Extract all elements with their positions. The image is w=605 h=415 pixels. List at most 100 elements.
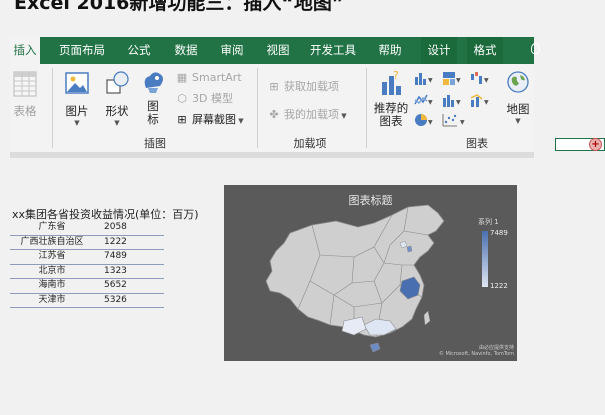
tab-chart-design[interactable]: 设计 (421, 37, 457, 64)
value-cell[interactable]: 5652 (94, 279, 154, 293)
smartart-button[interactable]: ▦ SmartArt (175, 70, 242, 86)
province-tianjin (406, 245, 413, 253)
province-cell[interactable]: 广东省 (10, 221, 94, 235)
tab-view[interactable]: 视图 (262, 37, 294, 64)
icons-button[interactable]: 图 标 (140, 68, 166, 126)
picture-icon (65, 72, 89, 94)
recommended-charts-button[interactable]: ? 推荐的 图表 (372, 68, 410, 128)
chevron-down-icon: ▼ (339, 112, 347, 120)
hierarchy-chart-icon[interactable]: ▼ (441, 70, 465, 86)
3d-model-button[interactable]: ⬡ 3D 模型 (175, 91, 233, 107)
table-row[interactable]: 海南市 5652 (10, 279, 164, 294)
screenshot-label: 屏幕截图 (192, 113, 236, 126)
value-cell[interactable]: 7489 (94, 250, 154, 264)
province-cell[interactable]: 海南市 (10, 279, 94, 293)
column-chart-icon[interactable]: ▼ (413, 70, 437, 86)
group-separator (52, 68, 53, 148)
table-row[interactable]: 北京市 1323 (10, 265, 164, 279)
chevron-down-icon: ▼ (114, 119, 120, 127)
shapes-button[interactable]: 形状 ▼ (102, 68, 132, 128)
svg-text:▼: ▼ (484, 99, 489, 106)
svg-text:▼: ▼ (460, 119, 465, 126)
smartart-label: SmartArt (192, 71, 242, 84)
svg-text:▼: ▼ (456, 77, 461, 84)
table-row[interactable]: 江苏省 7489 (10, 250, 164, 265)
my-addins-button[interactable]: ✤ 我的加载项 ▼ (267, 107, 347, 123)
map-chart-button[interactable]: 地图 ▼ (505, 68, 531, 126)
shapes-label: 形状 (105, 104, 129, 118)
charts-group-label: 图表 (466, 137, 488, 150)
scatter-chart-icon[interactable]: ▼ (441, 112, 471, 128)
svg-text:▼: ▼ (456, 99, 461, 106)
pictures-label: 图片 (65, 104, 89, 118)
chevron-down-icon: ▼ (515, 117, 521, 125)
combo-chart-icon[interactable]: ▼ (469, 92, 495, 108)
svg-text:▼: ▼ (428, 119, 433, 126)
ribbon-shadow (10, 152, 534, 158)
ribbon-panel: 表格 图片 ▼ 形状 ▼ 图 标 ▦ SmartArt ⬡ 3D 模型 ⊞ 屏幕截图 (10, 64, 534, 153)
group-separator (366, 68, 367, 148)
province-cell[interactable]: 江苏省 (10, 250, 94, 264)
page-title: Excel 2016新增功能三：插入“地图” (14, 0, 345, 14)
map-credit: 由必应提供支持 © Microsoft, Navinfo, TomTom (438, 345, 514, 357)
svg-text:▼: ▼ (428, 99, 433, 106)
chevron-down-icon: ▼ (74, 119, 80, 127)
puzzle-icon: ✤ (269, 108, 279, 121)
china-map (265, 204, 445, 353)
smartart-icon: ▦ (176, 71, 188, 84)
recommended-charts-label: 推荐的 图表 (373, 101, 409, 128)
tab-review[interactable]: 审阅 (216, 37, 248, 64)
screenshot-icon: ⊞ (177, 113, 187, 126)
3d-model-label: 3D 模型 (192, 92, 233, 105)
get-addins-label: 获取加载项 (284, 80, 339, 93)
pie-chart-icon[interactable]: ▼ (413, 112, 437, 128)
table-row[interactable]: 天津市 5326 (10, 294, 164, 308)
province-cell[interactable]: 北京市 (10, 265, 94, 279)
legend-color-scale (482, 231, 488, 287)
island-taiwan (423, 310, 431, 326)
value-cell[interactable]: 2058 (94, 221, 154, 235)
tab-insert[interactable]: 插入 (10, 37, 40, 64)
tab-chart-format[interactable]: 格式 (467, 37, 503, 64)
legend-max: 7489 (490, 229, 508, 237)
chevron-down-icon: ▼ (236, 117, 244, 125)
icons-label: 图 标 (147, 99, 159, 126)
svg-text:▼: ▼ (428, 77, 433, 84)
group-separator (257, 68, 258, 148)
shapes-icon (106, 71, 129, 94)
value-cell[interactable]: 5326 (94, 294, 154, 308)
line-chart-icon[interactable]: ▼ (413, 92, 437, 108)
tab-data[interactable]: 数据 (170, 37, 202, 64)
ribbon-tab-bar: 插入 页面布局 公式 数据 审阅 视图 开发工具 帮助 设计 格式 (10, 37, 540, 64)
value-cell[interactable]: 1222 (94, 236, 154, 250)
cursor-icon: + (589, 138, 602, 151)
province-hainan (369, 342, 381, 353)
statistic-chart-icon[interactable]: ▼ (441, 92, 465, 108)
tab-help[interactable]: 帮助 (374, 37, 406, 64)
grid-plus-icon: ⊞ (269, 80, 279, 93)
map-chart-label: 地图 (506, 102, 530, 116)
waterfall-chart-icon[interactable]: ▼ (469, 70, 495, 86)
table-button[interactable]: 表格 (10, 68, 40, 119)
tab-developer[interactable]: 开发工具 (307, 37, 359, 64)
value-cell[interactable]: 1323 (94, 265, 154, 279)
table-title: xx集团各省投资收益情况(单位：百万) (12, 208, 199, 221)
tab-page-layout[interactable]: 页面布局 (52, 37, 112, 64)
screenshot-button[interactable]: ⊞ 屏幕截图 ▼ (175, 112, 244, 128)
province-cell[interactable]: 广西壮族自治区 (10, 236, 94, 250)
svg-text:▼: ▼ (484, 77, 489, 84)
cube-icon: ⬡ (177, 92, 187, 105)
table-row[interactable]: 广东省 2058 (10, 221, 164, 236)
table-icon (13, 71, 37, 97)
data-table: 广东省 2058 广西壮族自治区 1222 江苏省 7489 北京市 1323 … (10, 221, 164, 308)
tab-formulas[interactable]: 公式 (123, 37, 155, 64)
lightbulb-icon[interactable] (531, 43, 540, 54)
recommended-charts-icon: ? (382, 69, 401, 95)
province-cell[interactable]: 天津市 (10, 294, 94, 308)
map-land (265, 204, 445, 338)
globe-map-icon (507, 71, 529, 93)
get-addins-button[interactable]: ⊞ 获取加载项 (267, 79, 339, 95)
map-chart[interactable]: 图表标题 系列 1 7489 1222 由必应提供支持 © Microsoft,… (224, 185, 517, 361)
table-row[interactable]: 广西壮族自治区 1222 (10, 236, 164, 250)
pictures-button[interactable]: 图片 ▼ (62, 68, 92, 128)
